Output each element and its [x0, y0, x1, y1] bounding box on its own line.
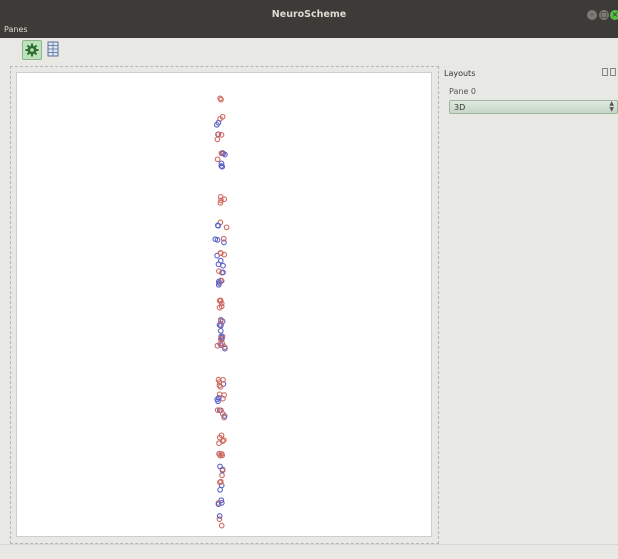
maximize-button[interactable]: □ [599, 10, 609, 20]
scene-viewport[interactable] [16, 72, 432, 537]
pane-label: Pane 0 [449, 87, 476, 96]
layout-select[interactable]: 3D ▲ ▼ [449, 100, 618, 114]
close-button[interactable]: × [610, 10, 618, 20]
minimize-button[interactable]: – [587, 10, 597, 20]
maximize-icon: □ [600, 10, 608, 19]
neuron-node[interactable] [223, 224, 230, 231]
toolbar [0, 38, 618, 62]
neuron-node[interactable] [217, 327, 224, 334]
float-icon[interactable] [602, 68, 608, 76]
neuron-node[interactable] [215, 261, 222, 268]
close-icon: × [611, 10, 618, 19]
title-bar: NeuroScheme Panes – □ × [0, 0, 618, 38]
gear-icon [25, 43, 39, 57]
neuron-node[interactable] [214, 136, 221, 143]
layout-select-value: 3D [454, 103, 466, 112]
status-bar [0, 544, 618, 559]
neuron-node[interactable] [217, 463, 223, 470]
layout-button[interactable] [44, 40, 64, 60]
grid-icon [47, 41, 59, 57]
updown-arrows-icon: ▲ ▼ [609, 100, 614, 113]
menu-panes[interactable]: Panes [4, 25, 28, 34]
neuron-node[interactable] [214, 156, 221, 163]
panel-controls [602, 68, 618, 78]
layouts-panel: Layouts Pane 0 3D ▲ ▼ [442, 66, 618, 544]
neuron-node[interactable] [219, 472, 225, 479]
window-title: NeuroScheme [271, 9, 347, 20]
minimize-icon: – [590, 10, 594, 19]
neuron-node[interactable] [220, 262, 226, 269]
neuron-node[interactable] [216, 513, 223, 519]
panel-title: Layouts [444, 69, 476, 78]
neuron-node[interactable] [218, 522, 225, 529]
settings-button[interactable] [22, 40, 42, 60]
scene-canvas[interactable] [17, 73, 431, 536]
close-panel-icon[interactable] [610, 68, 616, 76]
